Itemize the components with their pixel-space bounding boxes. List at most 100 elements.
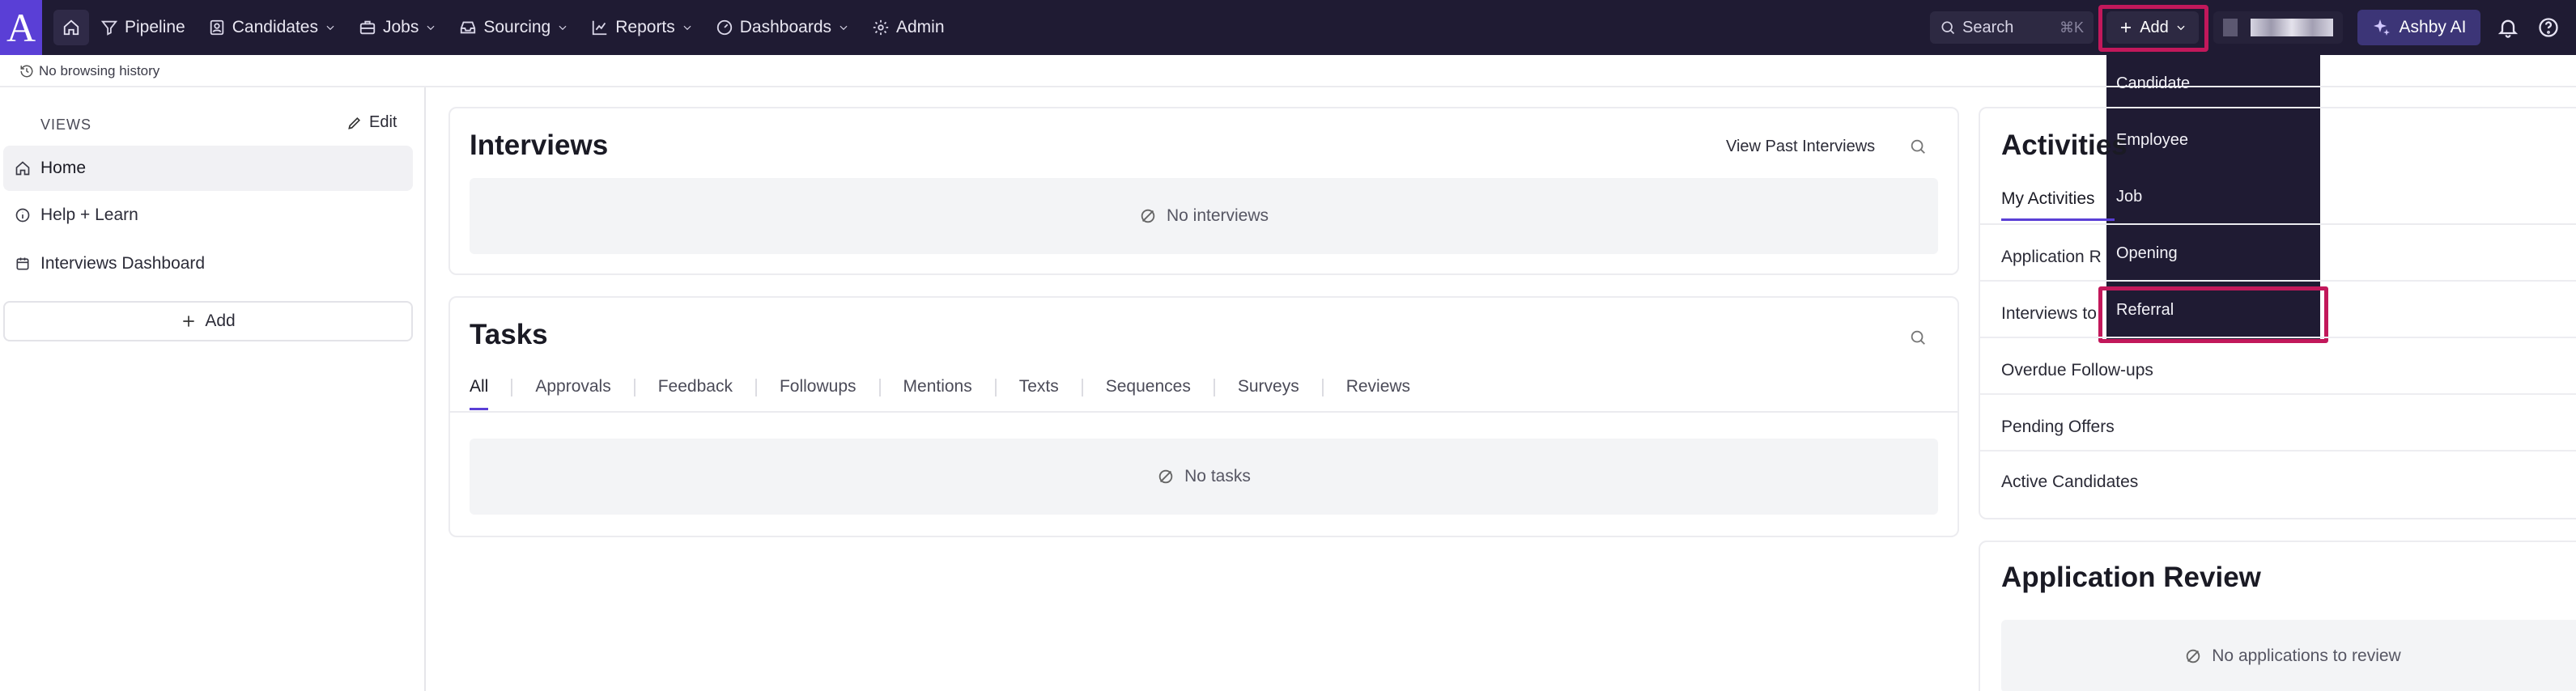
nav-dashboards-label: Dashboards: [739, 18, 831, 36]
line-chart-icon: [593, 20, 607, 36]
id-card-icon: [210, 19, 223, 36]
chevron-down-icon: [840, 25, 848, 31]
ashby-ai-label: Ashby AI: [2399, 18, 2467, 36]
empty-label: No applications to review: [2212, 646, 2401, 665]
tab-divider: [1213, 379, 1215, 396]
nav-dashboards[interactable]: Dashboards: [704, 0, 861, 55]
sidebar-item-home[interactable]: Home: [3, 146, 413, 191]
tab-approvals[interactable]: Approvals: [535, 372, 610, 408]
browsing-history[interactable]: No browsing history: [19, 63, 159, 79]
calendar-icon: [16, 257, 29, 270]
briefcase-icon: [359, 20, 376, 35]
sidebar-item-label: Interviews Dashboard: [40, 254, 206, 273]
activity-row-interviews[interactable]: Interviews to: [2001, 304, 2097, 324]
sparkle-icon: [2373, 19, 2390, 36]
add-button-highlight: [2098, 5, 2208, 52]
divider: [1980, 223, 2576, 225]
activity-row-application-review[interactable]: Application R: [2001, 248, 2102, 267]
tasks-tabs: All Approvals Feedback Followups Mention…: [470, 372, 1410, 413]
tab-feedback[interactable]: Feedback: [658, 372, 733, 408]
interviews-search-button[interactable]: [1909, 138, 1927, 155]
ashby-ai-button[interactable]: Ashby AI: [2357, 10, 2480, 45]
chevron-down-icon: [326, 25, 334, 31]
add-view-label: Add: [205, 312, 236, 330]
tab-divider: [1321, 379, 1324, 396]
nav-sourcing[interactable]: Sourcing: [448, 0, 580, 55]
search-icon: [1911, 330, 1925, 345]
nav-pipeline-label: Pipeline: [125, 18, 185, 36]
nav-reports[interactable]: Reports: [580, 0, 704, 55]
nav-admin-label: Admin: [896, 18, 945, 36]
search-button[interactable]: Search ⌘K: [1930, 11, 2094, 44]
sidebar-item-label: Help + Learn: [40, 206, 138, 224]
activity-row-active-candidates[interactable]: Active Candidates: [2001, 473, 2138, 492]
chevron-down-icon: [427, 25, 435, 31]
ashby-logo[interactable]: A: [0, 0, 42, 55]
tab-my-activities[interactable]: My Activities: [2001, 189, 2115, 221]
application-review-title: Application Review: [2001, 562, 2261, 593]
activities-title: Activities: [2001, 129, 2128, 161]
home-button[interactable]: [53, 10, 89, 45]
activity-row-pending-offers[interactable]: Pending Offers: [2001, 418, 2115, 437]
nav-jobs[interactable]: Jobs: [347, 0, 448, 55]
interviews-title: Interviews: [470, 129, 609, 161]
edit-views-button[interactable]: Edit: [346, 113, 397, 132]
nav-candidates[interactable]: Candidates: [197, 0, 347, 55]
tab-texts[interactable]: Texts: [1019, 372, 1059, 408]
funnel-icon: [100, 20, 118, 36]
edit-label: Edit: [369, 113, 397, 131]
views-heading: VIEWS: [40, 117, 92, 133]
sidebar-item-help-learn[interactable]: Help + Learn: [3, 193, 413, 238]
activity-row-overdue-followups[interactable]: Overdue Follow-ups: [2001, 361, 2153, 380]
application-review-empty-state: No applications to review: [2001, 620, 2576, 691]
history-icon: [20, 65, 33, 78]
notifications-button[interactable]: [2497, 16, 2519, 39]
sidebar-item-label: Home: [40, 159, 87, 177]
tasks-search-button[interactable]: [1909, 329, 1927, 346]
tabs-underline: [448, 411, 1958, 413]
home-icon: [63, 19, 79, 36]
divider: [1980, 337, 2576, 338]
profile-menu[interactable]: [2213, 11, 2343, 44]
divider: [1980, 393, 2576, 395]
tab-divider: [994, 379, 997, 396]
search-shortcut: ⌘K: [2059, 19, 2084, 36]
redacted-user-name: [2250, 19, 2333, 36]
sidebar-item-interviews-dashboard[interactable]: Interviews Dashboard: [3, 241, 413, 286]
interviews-empty-state: No interviews: [470, 178, 1938, 254]
tasks-empty-state: No tasks: [470, 439, 1938, 515]
plus-icon: [183, 316, 194, 327]
nav-sourcing-label: Sourcing: [483, 18, 551, 36]
divider: [1980, 280, 2576, 282]
tab-divider: [755, 379, 757, 396]
help-icon: [2539, 18, 2558, 37]
pencil-icon: [348, 117, 361, 129]
tab-mentions[interactable]: Mentions: [903, 372, 972, 408]
gauge-icon: [716, 19, 732, 36]
empty-set-icon: [1158, 469, 1173, 484]
tab-followups[interactable]: Followups: [780, 372, 857, 408]
empty-set-icon: [1141, 209, 1155, 223]
empty-set-icon: [2187, 649, 2200, 663]
view-past-interviews-button[interactable]: View Past Interviews: [1726, 138, 1875, 156]
home-icon: [15, 161, 30, 176]
chevron-down-icon: [559, 25, 567, 31]
tasks-title: Tasks: [470, 319, 548, 350]
nav-admin[interactable]: Admin: [861, 0, 956, 55]
help-button[interactable]: [2537, 16, 2560, 39]
search-icon: [1941, 21, 1955, 35]
add-view-button[interactable]: Add: [3, 301, 413, 341]
nav-pipeline[interactable]: Pipeline: [89, 0, 197, 55]
nav-candidates-label: Candidates: [232, 18, 318, 36]
tab-all[interactable]: All: [470, 372, 489, 410]
tab-sequences[interactable]: Sequences: [1106, 372, 1191, 408]
tab-reviews[interactable]: Reviews: [1346, 372, 1410, 408]
inbox-icon: [461, 21, 476, 34]
chevron-down-icon: [683, 25, 691, 31]
menu-item-candidate[interactable]: Candidate: [2106, 55, 2320, 112]
empty-label: No tasks: [1184, 467, 1251, 485]
divider: [1980, 450, 2576, 451]
tab-divider: [511, 379, 513, 396]
tab-surveys[interactable]: Surveys: [1238, 372, 1299, 408]
logo-letter: A: [6, 5, 36, 50]
